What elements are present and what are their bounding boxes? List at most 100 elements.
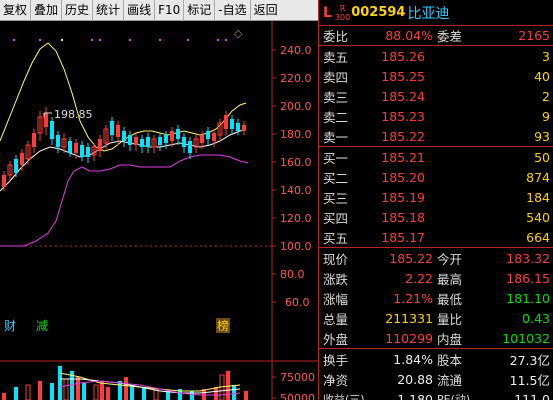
ask-label: 卖三 [323,89,349,105]
price-label: 60.0 [285,296,310,309]
rank-marker[interactable]: 榜 [217,318,229,333]
ask-row[interactable]: 卖三 185.24 2 [319,86,553,106]
bid-label: 买四 [323,210,349,226]
ask-price: 185.25 [381,68,425,84]
history-button[interactable]: 历史 [62,0,94,21]
volume-ma-white [60,378,241,394]
statistics-button[interactable]: 统计 [93,0,125,21]
ask-row[interactable]: 卖五 185.26 3 [319,46,553,66]
draw-line-button[interactable]: 画线 [124,0,156,21]
fuquan-button[interactable]: 复权 [0,0,32,21]
net-asset-label: 净资 [323,372,349,388]
ask-label: 卖五 [323,49,349,65]
remove-watchlist-button[interactable]: -自选 [215,0,251,21]
ask-label: 卖一 [323,129,349,145]
price-label: 220.0 [280,72,312,85]
f10-button[interactable]: F10 [155,0,185,21]
current-price-label: 现价 [323,251,349,267]
price-label: 120.0 [280,212,312,225]
outer-volume: 110299 [385,330,433,346]
ask-row[interactable]: 卖一 185.22 93 [319,126,553,146]
kline-chart-svg[interactable]: ◇ 240.0 220.0 200.0 180.0 160.0 140.0 12… [0,21,318,400]
volume-label: 总量 [323,311,349,327]
price-label: 100.0 [280,240,312,253]
ask-volume: 40 [534,68,550,84]
mark-button[interactable]: 标记 [184,0,216,21]
stock-title-bar: L R 300 002594 比亚迪 [319,0,553,26]
stock-name: 比亚迪 [407,5,450,22]
market-prefix: L [323,4,332,21]
bid-price: 185.21 [381,149,425,165]
change-value: 2.22 [405,270,433,286]
fund-row: 净资 20.88 流通 11.5亿 [319,369,553,389]
ask-row[interactable]: 卖二 185.23 9 [319,106,553,126]
ask-volume: 93 [534,128,550,144]
change-pct: 1.21% [393,290,433,306]
fundamentals: 换手 1.84% 股本 27.3亿 净资 20.88 流通 11.5亿 收益(三… [319,349,553,400]
quote-row: 涨幅 1.21% 最低 181.10 [319,288,553,308]
fund-row: 收益(三) 1.180 PE(动) 111.0 [319,389,553,400]
net-asset-value: 20.88 [397,371,433,387]
price-label: 140.0 [280,184,312,197]
bid-row[interactable]: 买四 185.18 540 [319,207,553,227]
volume-label: 75000 [280,371,315,384]
bid-row[interactable]: 买一 185.21 50 [319,147,553,167]
share-capital-label: 股本 [437,352,463,368]
bid-row[interactable]: 买五 185.17 664 [319,227,553,247]
high-annotation: 198.85 [43,108,93,121]
bid-volume: 184 [526,189,550,205]
price-label: 180.0 [280,128,312,141]
bid-volume: 540 [526,209,550,225]
ask-row[interactable]: 卖四 185.25 40 [319,66,553,86]
reduce-marker[interactable]: 减 [36,319,48,333]
outer-label: 外盘 [323,331,349,347]
quote-row: 涨跌 2.22 最高 186.15 [319,268,553,288]
float-label: 流通 [437,372,463,388]
inner-label: 内盘 [437,331,463,347]
open-label: 今开 [437,251,463,267]
ask-volume: 2 [542,88,550,104]
change-pct-label: 涨幅 [323,291,349,307]
float-value: 11.5亿 [509,372,550,388]
inner-volume: 101032 [502,330,550,346]
bid-row[interactable]: 买二 185.20 874 [319,167,553,187]
volume-ratio-label: 量比 [437,311,463,327]
ask-price: 185.26 [381,48,425,64]
weibi-value: 88.04% [385,28,433,43]
bid-price: 185.17 [381,229,425,245]
quote-row: 外盘 110299 内盘 101032 [319,328,553,348]
finance-marker[interactable]: 财 [4,319,16,333]
index-tag: R 300 [335,4,350,22]
index-tag-top: R [339,3,346,13]
high-price: 186.15 [506,270,550,286]
bid-volume: 874 [526,169,550,185]
turnover-label: 换手 [323,352,349,368]
price-label: 160.0 [280,156,312,169]
volume-ratio: 0.43 [522,310,550,326]
share-capital-value: 27.3亿 [509,352,550,368]
bid-label: 买一 [323,150,349,166]
price-label: 200.0 [280,100,312,113]
bid-price: 185.19 [381,189,425,205]
toolbar: 复权 叠加 历史 统计 画线 F10 标记 -自选 返回 [0,0,318,21]
back-button[interactable]: 返回 [251,0,281,21]
high-label: 最高 [437,271,463,287]
volume-label: 50000 [280,392,315,400]
price-label: 80.0 [280,268,305,281]
price-axis: 240.0 220.0 200.0 180.0 160.0 140.0 120.… [0,44,312,309]
kline-chart-area[interactable]: ◇ 240.0 220.0 200.0 180.0 160.0 140.0 12… [0,21,318,400]
ask-label: 卖四 [323,69,349,85]
pe-label: PE(动) [437,393,471,400]
quote-row: 现价 185.22 今开 183.32 [319,248,553,268]
ask-price: 185.22 [381,128,425,144]
bid-label: 买二 [323,170,349,186]
diamond-icon[interactable]: ◇ [234,27,243,40]
bid-row[interactable]: 买三 185.19 184 [319,187,553,207]
bid-price: 185.18 [381,209,425,225]
bid-volume: 664 [526,229,550,245]
fund-row: 换手 1.84% 股本 27.3亿 [319,349,553,369]
turnover-value: 1.84% [393,351,433,367]
price-label: 240.0 [280,44,312,57]
volume-axis: 75000 50000 [271,361,315,400]
overlay-button[interactable]: 叠加 [31,0,63,21]
